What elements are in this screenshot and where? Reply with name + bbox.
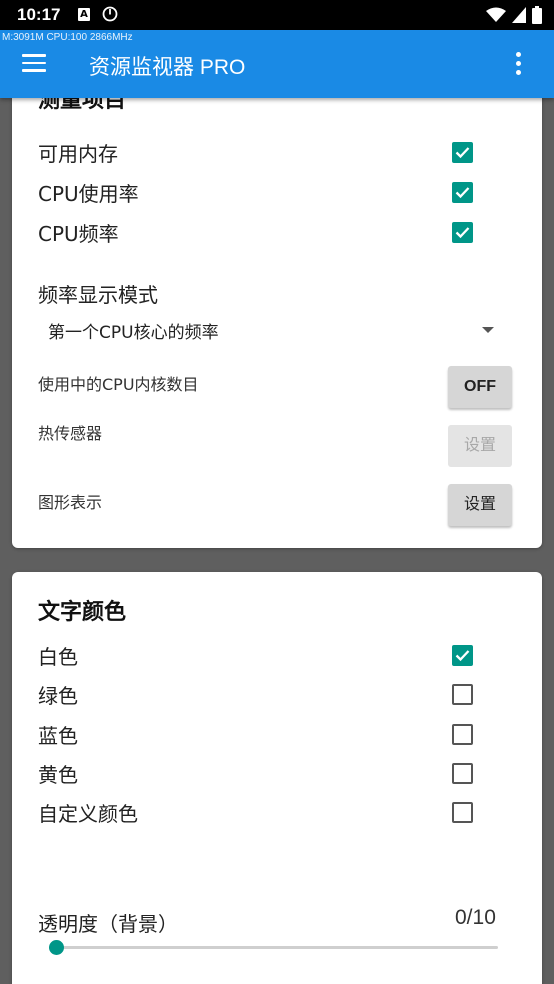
notification-a-icon: A [78,8,90,21]
checkmark-icon [455,650,470,662]
measurement-items-card: 测量项目 可用内存 CPU使用率 CPU频率 频率显示模式 第一个CPU核心的频… [12,60,542,548]
app-title: 资源监视器 PRO [89,56,246,79]
transparency-slider-thumb[interactable] [49,940,64,955]
color-option-yellow-label: 黄色 [38,763,78,787]
graph-settings-button[interactable]: 设置 [448,484,512,526]
wifi-icon [486,7,506,22]
status-time: 10:17 [17,5,61,24]
color-option-white-checkbox[interactable] [452,645,473,666]
color-option-custom-checkbox[interactable] [452,802,473,823]
color-option-white-label: 白色 [38,645,78,669]
cpu-usage-checkbox[interactable] [452,182,473,203]
text-color-card: 文字颜色 白色 绿色 蓝色 黄色 自定义颜色 透明度（背景） 0/10 [12,572,542,984]
graph-display-label: 图形表示 [38,493,103,512]
color-option-green-checkbox[interactable] [452,684,473,705]
transparency-slider-track[interactable] [56,946,498,949]
transparency-value: 0/10 [455,906,496,929]
sync-circle-icon [102,6,118,22]
signal-icon [512,7,526,23]
checkmark-icon [455,227,470,239]
color-option-blue-label: 蓝色 [38,724,78,748]
transparency-label: 透明度（背景） [38,912,178,936]
status-bar: 10:17 A [0,0,554,30]
available-memory-checkbox[interactable] [452,142,473,163]
frequency-mode-label: 频率显示模式 [38,283,158,307]
cpu-cores-label: 使用中的CPU内核数目 [38,375,199,394]
hamburger-menu-icon[interactable] [22,54,46,72]
battery-icon [532,6,542,24]
dropdown-arrow-icon [482,327,494,333]
color-option-green-label: 绿色 [38,684,78,708]
cpu-frequency-label: CPU频率 [38,222,119,246]
checkmark-icon [455,147,470,159]
thermal-sensor-label: 热传感器 [38,424,103,443]
thermal-sensor-settings-button[interactable]: 设置 [448,425,512,467]
checkmark-icon [455,187,470,199]
color-option-blue-checkbox[interactable] [452,724,473,745]
color-option-custom-label: 自定义颜色 [38,802,138,826]
available-memory-label: 可用内存 [38,142,118,166]
app-bar: M:3091M CPU:100 2866MHz 资源监视器 PRO [0,30,554,98]
frequency-mode-value: 第一个CPU核心的频率 [48,323,219,343]
resource-monitor-readout: M:3091M CPU:100 2866MHz [2,32,133,43]
cpu-frequency-checkbox[interactable] [452,222,473,243]
more-options-icon[interactable] [510,52,528,78]
cpu-usage-label: CPU使用率 [38,182,139,206]
cpu-cores-toggle[interactable]: OFF [448,366,512,408]
color-option-yellow-checkbox[interactable] [452,763,473,784]
text-color-heading: 文字颜色 [38,600,127,625]
